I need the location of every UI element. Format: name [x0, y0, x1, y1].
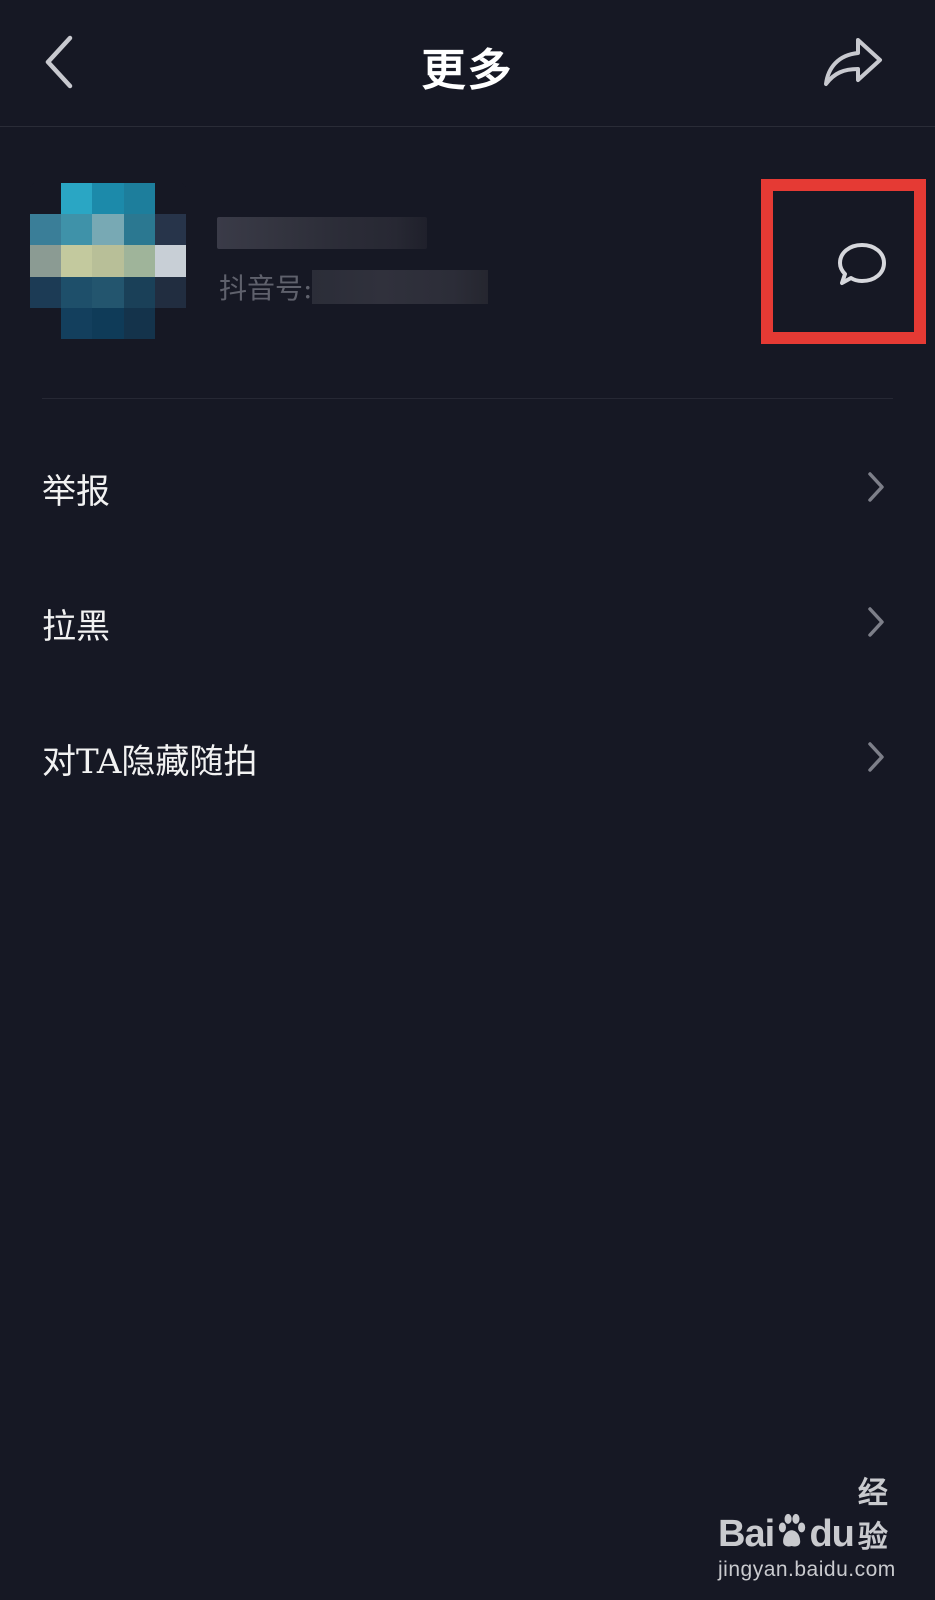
share-button[interactable]: [822, 36, 886, 88]
message-bubble-icon: [838, 243, 886, 285]
chevron-right-icon: [868, 742, 884, 772]
paw-icon: [778, 1513, 806, 1547]
menu-list: 举报 拉黑 对TA隐藏随拍: [0, 420, 935, 825]
pixelated-avatar-image: [30, 183, 186, 339]
page-title: 更多: [421, 45, 514, 96]
menu-item-label: 对TA隐藏随拍: [42, 742, 258, 782]
menu-item-block[interactable]: 拉黑: [0, 555, 935, 690]
profile-id-label: 抖音号:: [219, 272, 313, 305]
profile-name: [217, 217, 427, 249]
watermark-brand: Bai du 经验: [718, 1476, 901, 1556]
profile-id-value: [312, 270, 489, 304]
divider: [42, 398, 893, 399]
menu-item-label: 拉黑: [42, 607, 110, 647]
chevron-right-icon: [868, 607, 884, 637]
menu-item-hide-snapshots[interactable]: 对TA隐藏随拍: [0, 690, 935, 825]
share-arrow-icon: [824, 38, 882, 86]
baidu-jingyan-watermark: Bai du 经验 jingyan.baidu.com: [712, 1476, 895, 1586]
watermark-url: jingyan.baidu.com: [718, 1558, 896, 1581]
watermark-brand-right: 经验: [857, 1476, 888, 1555]
menu-item-label: 举报: [42, 472, 110, 512]
watermark-brand-du: du: [809, 1513, 854, 1555]
profile-id-row: 抖音号:: [219, 267, 489, 307]
chevron-right-icon: [868, 472, 884, 502]
avatar[interactable]: [30, 183, 186, 339]
menu-item-report[interactable]: 举报: [0, 420, 935, 555]
navigation-bar: 更多: [0, 0, 935, 127]
message-button[interactable]: [835, 239, 889, 291]
profile-section: 抖音号:: [0, 127, 935, 399]
watermark-brand-left: Bai: [718, 1513, 775, 1555]
